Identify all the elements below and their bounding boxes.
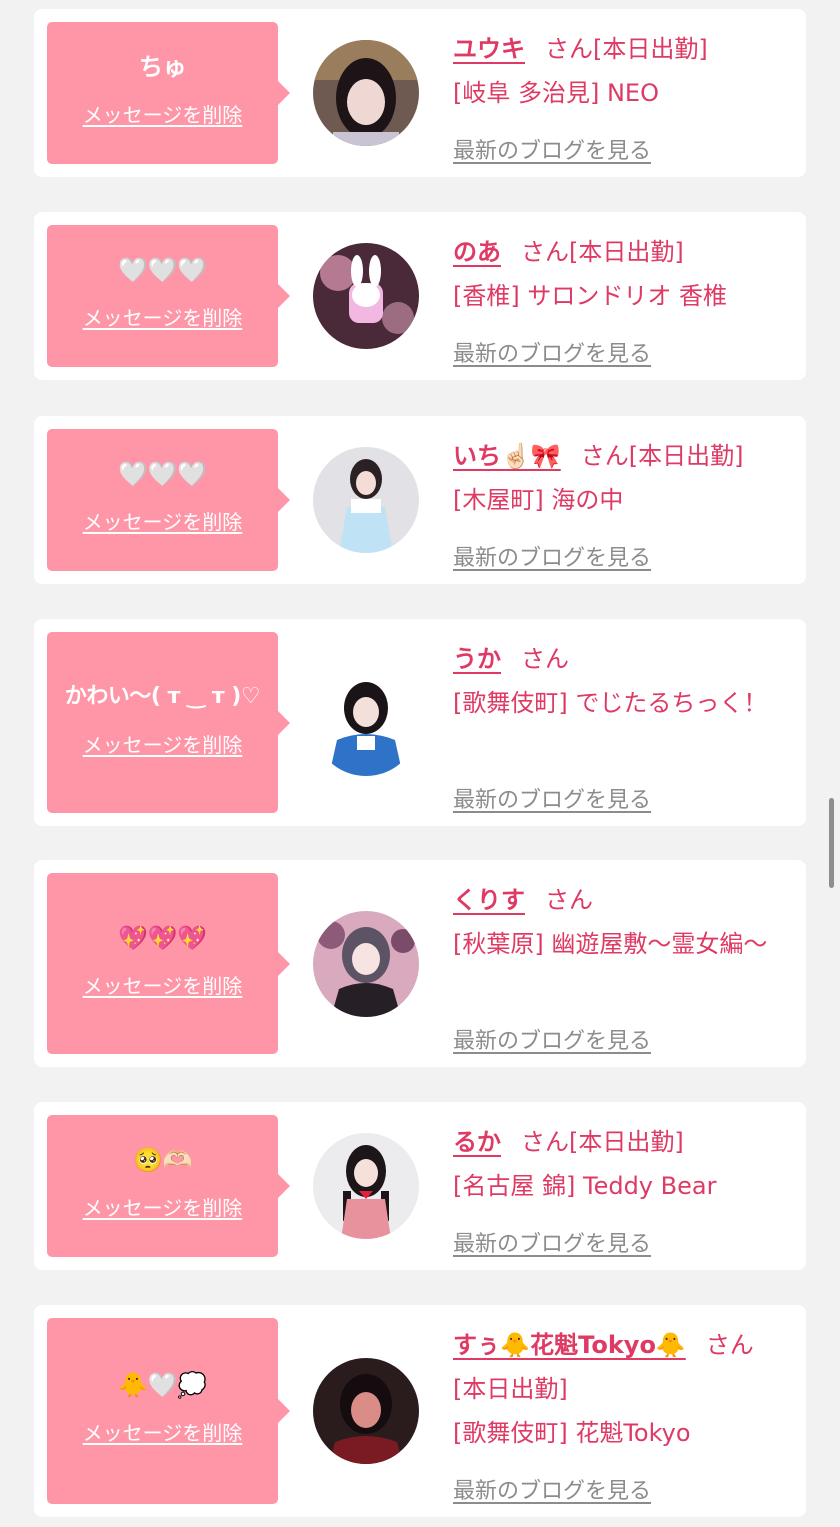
message-card: かわい〜( ᴛ ‿ ᴛ )♡ メッセージを削除 うか さん [歌舞伎町] でじたる… [34, 619, 806, 826]
shop-location: [秋葉原] 幽遊屋敷〜霊女編〜 [453, 930, 768, 958]
honorific: さん [521, 238, 569, 266]
avatar[interactable] [313, 1133, 419, 1239]
girl-info: ユウキ さん[本日出勤] [岐阜 多治見] NEO [453, 27, 789, 115]
view-blog-link[interactable]: 最新のブログを見る [453, 340, 651, 370]
message-text: 🤍🤍🤍 [118, 460, 207, 488]
message-card: 🤍🤍🤍 メッセージを削除 いち☝🏻🎀 さん[本日出勤] [木屋町] 海の中 最新の… [34, 416, 806, 584]
work-status: [本日出勤] [569, 1128, 684, 1156]
view-blog-link[interactable]: 最新のブログを見る [453, 786, 651, 816]
girl-info: いち☝🏻🎀 さん[本日出勤] [木屋町] 海の中 [453, 434, 789, 522]
girl-name-link[interactable]: るか [453, 1128, 501, 1156]
shop-location: [名古屋 錦] Teddy Bear [453, 1172, 717, 1200]
avatar[interactable] [313, 447, 419, 553]
message-text: かわい〜( ᴛ ‿ ᴛ )♡ [64, 683, 261, 709]
message-bubble: 🤍🤍🤍 メッセージを削除 [47, 225, 290, 367]
message-text: 🐥🤍💭 [118, 1371, 207, 1399]
delete-message-link[interactable]: メッセージを削除 [47, 1196, 278, 1220]
delete-message-link[interactable]: メッセージを削除 [47, 1421, 278, 1445]
girl-info: くりす さん [秋葉原] 幽遊屋敷〜霊女編〜 [453, 878, 789, 966]
delete-message-link[interactable]: メッセージを削除 [47, 103, 278, 127]
girl-info: るか さん[本日出勤] [名古屋 錦] Teddy Bear [453, 1120, 789, 1208]
view-blog-link[interactable]: 最新のブログを見る [453, 137, 651, 167]
message-card: ちゅ メッセージを削除 ユウキ さん[本日出勤] [岐阜 多治見] NEO 最新の… [34, 9, 806, 177]
message-bubble: 🐥🤍💭 メッセージを削除 [47, 1318, 290, 1504]
honorific: さん [545, 886, 593, 914]
honorific: さん [580, 442, 629, 470]
avatar[interactable] [313, 1358, 419, 1464]
message-bubble: 🥺🫶🏻 メッセージを削除 [47, 1115, 290, 1257]
honorific: さん [521, 645, 569, 673]
shop-location: [木屋町] 海の中 [453, 486, 624, 514]
message-text: ちゅ [139, 53, 187, 81]
girl-info: のあ さん[本日出勤] [香椎] サロンドリオ 香椎 [453, 230, 789, 318]
delete-message-link[interactable]: メッセージを削除 [47, 510, 278, 534]
shop-location: [岐阜 多治見] NEO [453, 79, 659, 107]
work-status: [本日出勤] [628, 442, 744, 470]
girl-name-link[interactable]: すぅ🐥花魁Tokyo🐥 [453, 1331, 686, 1359]
avatar[interactable] [313, 910, 419, 1017]
avatar[interactable] [313, 40, 419, 146]
girl-info: すぅ🐥花魁Tokyo🐥 さん [本日出勤] [歌舞伎町] 花魁Tokyo [453, 1323, 775, 1455]
avatar-photo-icon [313, 1358, 419, 1464]
message-card: 🤍🤍🤍 メッセージを削除 のあ さん[本日出勤] [香椎] サロンドリオ 香椎 最… [34, 212, 806, 380]
view-blog-link[interactable]: 最新のブログを見る [453, 1027, 651, 1057]
message-card: 💖💖💖 メッセージを削除 くりす さん [秋葉原] 幽遊屋敷〜霊女編〜 最新のブロ… [34, 860, 806, 1067]
girl-name-link[interactable]: ユウキ [453, 35, 525, 63]
message-text: 💖💖💖 [118, 923, 207, 952]
honorific: さん [545, 35, 593, 63]
girl-name-link[interactable]: のあ [453, 238, 501, 266]
avatar-photo-icon [313, 243, 419, 349]
message-text: 🤍🤍🤍 [118, 256, 207, 284]
view-blog-link[interactable]: 最新のブログを見る [453, 1477, 651, 1507]
avatar[interactable] [313, 243, 419, 349]
shop-location: [歌舞伎町] 花魁Tokyo [453, 1419, 691, 1447]
message-card: 🥺🫶🏻 メッセージを削除 るか さん[本日出勤] [名古屋 錦] Teddy Be… [34, 1102, 806, 1270]
message-bubble: ちゅ メッセージを削除 [47, 22, 290, 164]
work-status: [本日出勤] [569, 238, 684, 266]
girl-info: うか さん [歌舞伎町] でじたるちっく！ [453, 637, 789, 725]
honorific: さん [521, 1128, 569, 1156]
avatar-photo-icon [313, 447, 419, 553]
view-blog-link[interactable]: 最新のブログを見る [453, 544, 651, 574]
work-status: [本日出勤] [593, 35, 708, 63]
shop-location: [歌舞伎町] でじたるちっく！ [453, 689, 768, 717]
honorific: さん [705, 1331, 754, 1359]
message-text: 🥺🫶🏻 [133, 1146, 192, 1174]
message-bubble: 💖💖💖 メッセージを削除 [47, 873, 290, 1054]
view-blog-link[interactable]: 最新のブログを見る [453, 1230, 651, 1260]
message-card: 🐥🤍💭 メッセージを削除 すぅ🐥花魁Tokyo🐥 さん [本日出勤] [歌舞伎町] … [34, 1305, 806, 1517]
delete-message-link[interactable]: メッセージを削除 [47, 306, 278, 330]
shop-location: [香椎] サロンドリオ 香椎 [453, 282, 727, 310]
avatar-photo-icon [313, 1133, 419, 1239]
scrollbar[interactable] [829, 798, 834, 888]
girl-name-link[interactable]: いち☝🏻🎀 [453, 442, 561, 470]
avatar-photo-icon [313, 669, 419, 776]
avatar-photo-icon [313, 40, 419, 146]
message-bubble: かわい〜( ᴛ ‿ ᴛ )♡ メッセージを削除 [47, 632, 290, 813]
work-status: [本日出勤] [453, 1375, 568, 1403]
delete-message-link[interactable]: メッセージを削除 [47, 974, 278, 998]
girl-name-link[interactable]: うか [453, 645, 501, 673]
avatar-photo-icon [313, 910, 419, 1017]
message-bubble: 🤍🤍🤍 メッセージを削除 [47, 429, 290, 571]
girl-name-link[interactable]: くりす [453, 886, 525, 914]
avatar[interactable] [313, 669, 419, 776]
delete-message-link[interactable]: メッセージを削除 [47, 733, 278, 757]
